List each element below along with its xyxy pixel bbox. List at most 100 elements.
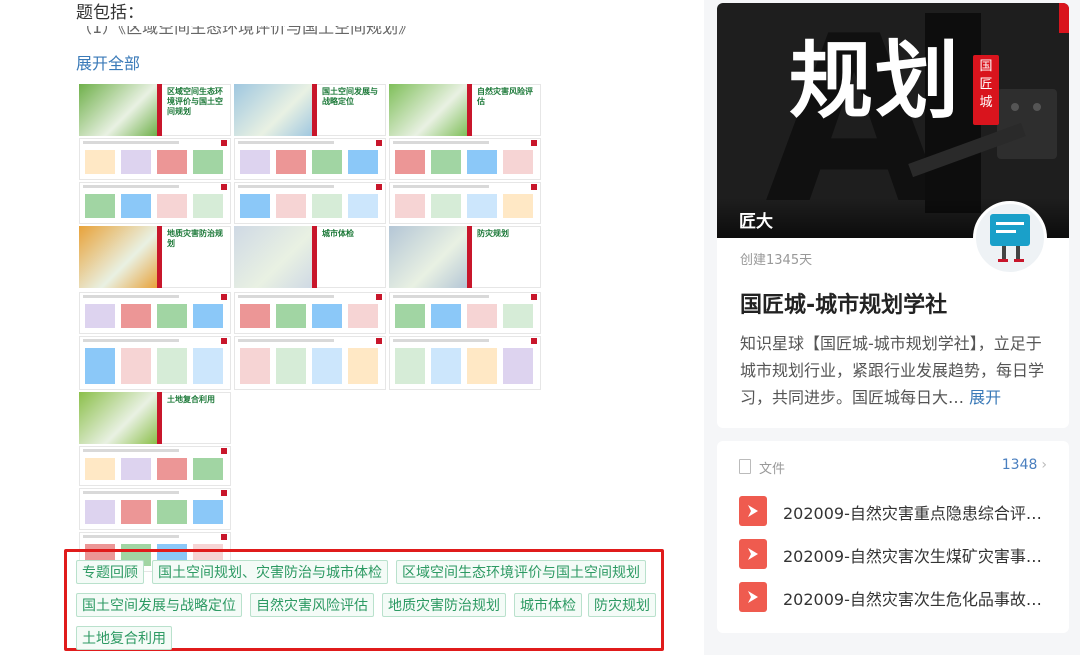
- slide-block: [193, 304, 223, 328]
- cover-title: 国土空间发展与战略定位: [322, 86, 378, 106]
- slide-thumbnail[interactable]: [389, 182, 541, 224]
- slide-thumbnail[interactable]: [234, 138, 386, 180]
- cover-red-bar: [157, 226, 162, 288]
- pdf-icon: [739, 496, 767, 526]
- slide-block: [276, 304, 306, 328]
- slide-logo: [221, 140, 227, 146]
- cover-thumbnail[interactable]: 土地复合利用: [79, 392, 231, 444]
- cover-map-image: [79, 392, 157, 444]
- slide-thumbnail[interactable]: [389, 336, 541, 390]
- cover-thumbnail[interactable]: 城市体检: [234, 226, 386, 288]
- banner-title: 规划: [789, 32, 962, 130]
- cover-map-image: [389, 226, 467, 288]
- topic-tag[interactable]: 土地复合利用: [76, 626, 172, 650]
- slide-thumbnail[interactable]: [79, 182, 231, 224]
- slide-block: [431, 150, 461, 174]
- slide-block: [503, 348, 533, 384]
- description-expand-link[interactable]: 展开: [969, 388, 1001, 407]
- slide-thumbnail[interactable]: [234, 292, 386, 334]
- slide-thumbnail[interactable]: [79, 336, 231, 390]
- topic-tag[interactable]: 防灾规划: [588, 593, 656, 617]
- slide-block: [240, 304, 270, 328]
- topic-tag[interactable]: 地质灾害防治规划: [382, 593, 506, 617]
- slide-thumbnail[interactable]: [79, 488, 231, 530]
- slide-block: [348, 150, 378, 174]
- slide-thumbnail[interactable]: [389, 292, 541, 334]
- slide-header: [83, 295, 179, 298]
- slide-header: [393, 141, 489, 144]
- slide-block: [467, 194, 497, 218]
- cover-title: 区域空间生态环境评价与国土空间规划: [167, 86, 223, 116]
- slide-block: [193, 348, 223, 384]
- avatar-board-line: [996, 222, 1024, 225]
- topic-tag[interactable]: 国土空间发展与战略定位: [76, 593, 242, 617]
- slide-thumbnail[interactable]: [234, 182, 386, 224]
- slide-thumbnail[interactable]: [79, 292, 231, 334]
- group-description: 知识星球【国匠城-城市规划学社】，立足于城市规划行业，紧跟行业发展趋势，每日学习…: [740, 330, 1055, 411]
- slide-logo: [376, 294, 382, 300]
- banner-seal: 国匠城: [973, 55, 999, 125]
- banner-seal-text: 国匠城: [979, 59, 993, 110]
- cover-thumbnail[interactable]: 区域空间生态环境评价与国土空间规划: [79, 84, 231, 136]
- avatar-leg: [1002, 246, 1006, 260]
- slide-logo: [221, 534, 227, 540]
- file-item[interactable]: 202009-自然灾害次生危化品事故…: [739, 581, 1059, 613]
- slide-block: [121, 458, 151, 480]
- slide-header: [238, 141, 334, 144]
- slide-thumbnail[interactable]: [79, 138, 231, 180]
- slide-thumbnail[interactable]: [234, 336, 386, 390]
- banner-robot-eye: [1011, 103, 1019, 111]
- slide-block: [276, 194, 306, 218]
- slide-block: [312, 304, 342, 328]
- slide-block: [85, 500, 115, 524]
- slide-block: [193, 194, 223, 218]
- avatar-foot: [998, 259, 1008, 262]
- post-cut-line-text: （1）《区域空间生态环境评价与国土空间规划》: [76, 26, 415, 37]
- file-name: 202009-自然灾害次生危化品事故…: [783, 590, 1042, 609]
- topic-tag[interactable]: 区域空间生态环境评价与国土空间规划: [396, 560, 646, 584]
- topic-tag[interactable]: 自然灾害风险评估: [250, 593, 374, 617]
- slide-block: [121, 194, 151, 218]
- slide-block: [121, 500, 151, 524]
- pdf-icon: [739, 539, 767, 569]
- slide-block: [240, 194, 270, 218]
- slide-block: [395, 194, 425, 218]
- cover-thumbnail[interactable]: 国土空间发展与战略定位: [234, 84, 386, 136]
- topic-tag[interactable]: 国土空间规划、灾害防治与城市体检: [152, 560, 388, 584]
- avatar[interactable]: [973, 201, 1047, 275]
- post-intro-text: 题包括：: [76, 3, 144, 23]
- avatar-foot: [1014, 259, 1024, 262]
- document-icon: [739, 459, 751, 474]
- slide-logo: [531, 184, 537, 190]
- slide-block: [348, 304, 378, 328]
- group-title[interactable]: 国匠城-城市规划学社: [740, 287, 947, 319]
- chevron-right-icon: ›: [1041, 457, 1047, 473]
- topic-tag[interactable]: 城市体检: [514, 593, 582, 617]
- slide-thumbnail[interactable]: [79, 446, 231, 486]
- slide-block: [395, 348, 425, 384]
- post-cut-line: （1）《区域空间生态环境评价与国土空间规划》: [76, 26, 496, 38]
- slide-block: [85, 150, 115, 174]
- cover-map-image: [79, 226, 157, 288]
- cover-red-bar: [467, 84, 472, 136]
- slide-block: [85, 194, 115, 218]
- topic-tag[interactable]: 专题回顾: [76, 560, 144, 584]
- slide-header: [83, 185, 179, 188]
- cover-title: 防灾规划: [477, 228, 509, 238]
- slide-block: [157, 348, 187, 384]
- slide-block: [121, 150, 151, 174]
- group-card: A 规划 国匠城 匠大 创建1345天 国匠城-城市规划学社 知识星球【国匠城-…: [717, 3, 1069, 428]
- file-item[interactable]: 202009-自然灾害重点隐患综合评…: [739, 495, 1059, 527]
- slide-header: [83, 339, 179, 342]
- cover-thumbnail[interactable]: 自然灾害风险评估: [389, 84, 541, 136]
- file-item[interactable]: 202009-自然灾害次生煤矿灾害事…: [739, 538, 1059, 570]
- slide-block: [157, 500, 187, 524]
- expand-all-link[interactable]: 展开全部: [76, 50, 140, 74]
- slide-thumbnail[interactable]: [389, 138, 541, 180]
- slide-block: [193, 500, 223, 524]
- cover-thumbnail[interactable]: 防灾规划: [389, 226, 541, 288]
- slide-logo: [221, 448, 227, 454]
- files-count-link[interactable]: 1348 ›: [1002, 457, 1047, 473]
- cover-thumbnail[interactable]: 地质灾害防治规划: [79, 226, 231, 288]
- cover-map-image: [389, 84, 467, 136]
